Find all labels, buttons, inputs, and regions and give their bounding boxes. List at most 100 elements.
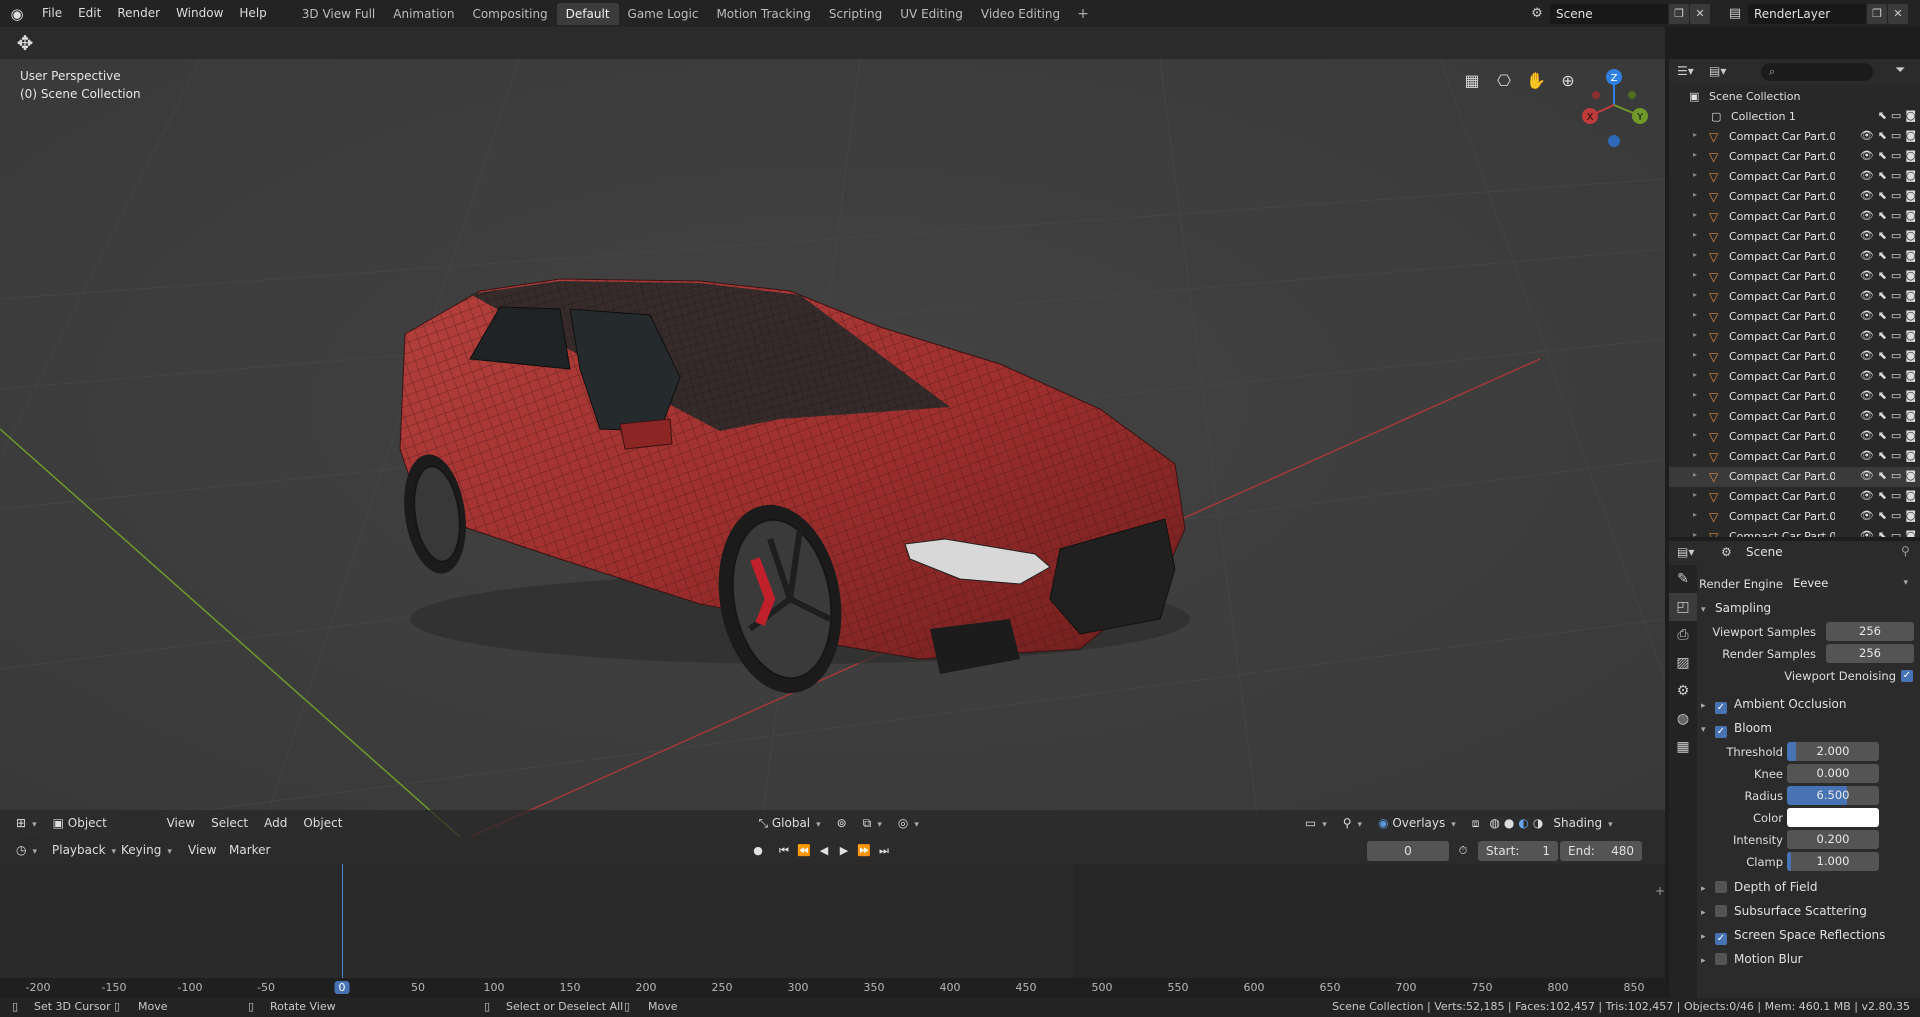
eye-icon[interactable]: 👁 [1860, 389, 1874, 402]
knee-slider[interactable]: 0.000 [1787, 764, 1879, 783]
menu-file[interactable]: File [34, 0, 70, 27]
play-reverse-icon[interactable]: ◀ [814, 841, 834, 861]
menu-view[interactable]: View [159, 813, 203, 834]
select-icon[interactable]: ⬉ [1878, 109, 1887, 122]
select-icon[interactable]: ⬉ [1878, 409, 1887, 422]
viewport-toggle-icon[interactable]: ▭ [1891, 309, 1901, 322]
menu-render[interactable]: Render [109, 0, 168, 27]
ssr-checkbox[interactable]: ✓ [1715, 933, 1727, 945]
select-icon[interactable]: ⬉ [1878, 509, 1887, 522]
pin-icon[interactable]: ⚲ [1901, 544, 1910, 558]
outliner-item[interactable]: ▸ ▽ Compact Car Part.0(👁 ⬉ ▭ ◙ [1669, 147, 1920, 167]
expand-arrow-icon[interactable]: ▸ [1693, 330, 1697, 339]
expand-arrow-icon[interactable]: ▸ [1693, 290, 1697, 299]
radius-slider[interactable]: 6.500 [1787, 786, 1879, 805]
add-workspace-button[interactable]: + [1069, 6, 1097, 22]
outliner-item[interactable]: ▸ ▽ Compact Car Part.0 👁 ⬉ ▭ ◙ [1669, 367, 1920, 387]
eye-icon[interactable]: 👁 [1860, 429, 1874, 442]
menu-marker[interactable]: Marker [221, 840, 278, 861]
select-icon[interactable]: ⬉ [1878, 369, 1887, 382]
threshold-slider[interactable]: 2.000 [1787, 742, 1879, 761]
render-toggle-icon[interactable]: ◙ [1905, 329, 1916, 342]
viewport-toggle-icon[interactable]: ▭ [1891, 289, 1901, 302]
gizmo-toggle-icon[interactable]: ⚲ ▾ [1335, 813, 1370, 834]
start-frame-field[interactable]: Start: 1 [1478, 841, 1558, 861]
render-toggle-icon[interactable]: ◙ [1905, 189, 1916, 202]
outliner-item[interactable]: ▸ ▽ Compact Car Part.0 👁 ⬉ ▭ ◙ [1669, 287, 1920, 307]
eye-icon[interactable]: 👁 [1860, 509, 1874, 522]
outliner-scene-collection[interactable]: ▣ Scene Collection [1669, 87, 1920, 107]
outliner-item[interactable]: ▸ ▽ Compact Car Part.0(👁 ⬉ ▭ ◙ [1669, 127, 1920, 147]
viewport-toggle-icon[interactable]: ▭ [1891, 369, 1901, 382]
render-toggle-icon[interactable]: ◙ [1905, 429, 1916, 442]
motion-blur-panel-header[interactable]: ▸ Motion Blur [1697, 948, 1920, 970]
outliner-item[interactable]: ▸ ▽ Compact Car Part.0 👁 ⬉ ▭ ◙ [1669, 467, 1920, 487]
mode-dropdown[interactable]: ▣ Object Mode▾ [44, 813, 151, 851]
render-toggle-icon[interactable]: ◙ [1905, 449, 1916, 462]
menu-keying[interactable]: Keying ▾ [113, 840, 180, 861]
axis-gizmo[interactable]: Z Y X [1574, 65, 1664, 155]
outliner-item[interactable]: ▸ ▽ Compact Car Part.0(👁 ⬉ ▭ ◙ [1669, 167, 1920, 187]
play-icon[interactable]: ▶ [834, 841, 854, 861]
viewport-toggle-icon[interactable]: ▭ [1891, 509, 1901, 522]
menu-object[interactable]: Object [295, 813, 350, 834]
viewport-toggle-icon[interactable]: ▭ [1891, 349, 1901, 362]
viewport-toggle-icon[interactable]: ▭ [1891, 389, 1901, 402]
editor-type-icon[interactable]: ⊞ ▾ [8, 813, 45, 834]
prev-keyframe-icon[interactable]: ⏪ [794, 841, 814, 861]
camera-view-icon[interactable]: ⎔ [1492, 69, 1516, 93]
eye-icon[interactable]: 👁 [1860, 189, 1874, 202]
xray-icon[interactable]: ⧈ [1464, 813, 1488, 834]
select-icon[interactable]: ⬉ [1878, 329, 1887, 342]
viewport-toggle-icon[interactable]: ▭ [1891, 229, 1901, 242]
eye-icon[interactable]: 👁 [1860, 409, 1874, 422]
layer-close-icon[interactable]: ✕ [1888, 3, 1908, 24]
render-toggle-icon[interactable]: ◙ [1905, 209, 1916, 222]
eye-icon[interactable]: 👁 [1860, 369, 1874, 382]
render-toggle-icon[interactable]: ◙ [1905, 169, 1916, 182]
outliner-item[interactable]: ▸ ▽ Compact Car Part.0 👁 ⬉ ▭ ◙ [1669, 447, 1920, 467]
record-icon[interactable]: ● [748, 841, 768, 861]
tab-animation[interactable]: Animation [384, 3, 463, 25]
motion-blur-checkbox[interactable] [1715, 953, 1727, 965]
visibility-icon[interactable]: ▭ ▾ [1297, 813, 1335, 834]
ambient-occlusion-panel-header[interactable]: ▸ ✓ Ambient Occlusion [1697, 693, 1920, 715]
render-toggle-icon[interactable]: ◙ [1905, 229, 1916, 242]
tab-compositing[interactable]: Compositing [463, 3, 556, 25]
outliner-item[interactable]: ▸ ▽ Compact Car Part.0 👁 ⬉ ▭ ◙ [1669, 407, 1920, 427]
select-icon[interactable]: ⬉ [1878, 469, 1887, 482]
expand-arrow-icon[interactable]: ▸ [1693, 190, 1697, 199]
render-toggle-icon[interactable]: ◙ [1905, 249, 1916, 262]
menu-select[interactable]: Select [203, 813, 256, 834]
render-toggle-icon[interactable]: ◙ [1905, 149, 1916, 162]
render-toggle-icon[interactable]: ◙ [1905, 489, 1916, 502]
clamp-slider[interactable]: 1.000 [1787, 852, 1879, 871]
render-samples-field[interactable]: 256 [1826, 644, 1914, 663]
outliner-item[interactable]: ▸ ▽ Compact Car Part.0 👁 ⬉ ▭ ◙ [1669, 347, 1920, 367]
eye-icon[interactable]: 👁 [1860, 249, 1874, 262]
render-toggle-icon[interactable]: ◙ [1905, 129, 1916, 142]
select-icon[interactable]: ⬉ [1878, 309, 1887, 322]
render-toggle-icon[interactable]: ◙ [1905, 409, 1916, 422]
eye-icon[interactable]: 👁 [1860, 169, 1874, 182]
subsurface-checkbox[interactable] [1715, 905, 1727, 917]
display-mode-icon[interactable]: ▤▾ [1709, 64, 1726, 78]
eye-icon[interactable]: 👁 [1860, 269, 1874, 282]
outliner-item[interactable]: ▸ ▽ Compact Car Part.0 👁 ⬉ ▭ ◙ [1669, 227, 1920, 247]
jump-start-icon[interactable]: ⏮ [774, 841, 794, 861]
3d-viewport[interactable]: User Perspective (0) Scene Collection ▦ … [0, 59, 1665, 837]
expand-arrow-icon[interactable]: ▸ [1693, 490, 1697, 499]
wireframe-shading-icon[interactable]: ◍ [1487, 813, 1501, 834]
world-tab-icon[interactable]: ◍ [1669, 705, 1697, 733]
tool-tab-icon[interactable]: ✎ [1669, 565, 1697, 593]
outliner-collection[interactable]: ▢ Collection 1 ⬉ ▭ ◙ [1669, 107, 1920, 127]
select-icon[interactable]: ⬉ [1878, 489, 1887, 502]
render-toggle-icon[interactable]: ◙ [1905, 509, 1916, 522]
outliner-item[interactable]: ▸ ▽ Compact Car Part.0(👁 ⬉ ▭ ◙ [1669, 187, 1920, 207]
viewport-toggle-icon[interactable]: ▭ [1891, 529, 1901, 537]
next-keyframe-icon[interactable]: ⏩ [854, 841, 874, 861]
timeline-ruler[interactable]: -200 -150 -100 -50 0 50 100 150 200 250 300 350 400 4… [0, 978, 1665, 998]
tab-default[interactable]: Default [556, 2, 619, 25]
scene-close-icon[interactable]: ✕ [1690, 3, 1710, 24]
select-icon[interactable]: ⬉ [1878, 209, 1887, 222]
